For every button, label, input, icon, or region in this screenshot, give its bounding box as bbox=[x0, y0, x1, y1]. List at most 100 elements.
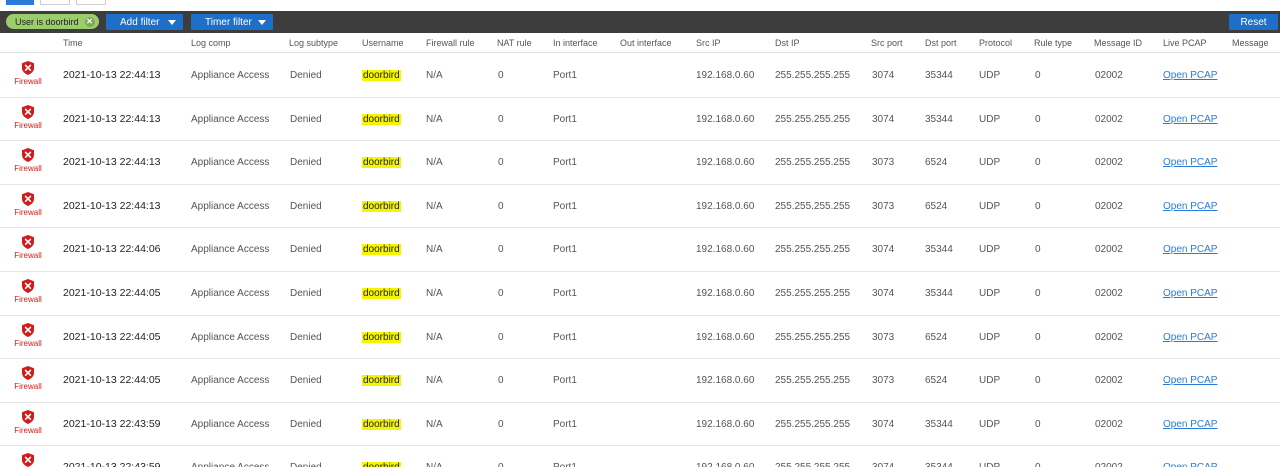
table-row[interactable]: Firewall 2021-10-13 22:44:05 Appliance A… bbox=[0, 272, 1280, 316]
open-pcap-link[interactable]: Open PCAP bbox=[1163, 114, 1217, 125]
top-tab-2[interactable] bbox=[40, 0, 70, 5]
cell-protocol: UDP bbox=[979, 200, 1001, 212]
cell-in-interface: Port1 bbox=[553, 244, 577, 256]
column-header-protocol[interactable]: Protocol bbox=[979, 38, 1012, 48]
table-row[interactable]: Firewall 2021-10-13 22:44:05 Appliance A… bbox=[0, 359, 1280, 403]
cell-dst-ip: 255.255.255.255 bbox=[775, 462, 850, 467]
column-header-dst-port[interactable]: Dst port bbox=[925, 38, 957, 48]
table-row[interactable]: Firewall 2021-10-13 22:43:59 Appliance A… bbox=[0, 446, 1280, 467]
table-row[interactable]: Firewall 2021-10-13 22:44:13 Appliance A… bbox=[0, 185, 1280, 229]
cell-src-ip: 192.168.0.60 bbox=[696, 287, 755, 299]
cell-in-interface: Port1 bbox=[553, 418, 577, 430]
column-header-src-port[interactable]: Src port bbox=[871, 38, 903, 48]
open-pcap-link[interactable]: Open PCAP bbox=[1163, 70, 1217, 81]
cell-src-ip: 192.168.0.60 bbox=[696, 157, 755, 169]
cell-rule-type: 0 bbox=[1035, 244, 1041, 256]
timer-filter-button[interactable]: Timer filter bbox=[191, 14, 273, 30]
open-pcap-link[interactable]: Open PCAP bbox=[1163, 288, 1217, 299]
cell-nat-rule: 0 bbox=[498, 418, 504, 430]
cell-nat-rule: 0 bbox=[498, 70, 504, 81]
open-pcap-link[interactable]: Open PCAP bbox=[1163, 201, 1217, 212]
column-header-rule-type[interactable]: Rule type bbox=[1034, 38, 1072, 48]
open-pcap-link[interactable]: Open PCAP bbox=[1163, 375, 1217, 386]
cell-dst-port: 35344 bbox=[925, 287, 953, 299]
cell-src-port: 3074 bbox=[872, 462, 894, 467]
top-tab-3[interactable] bbox=[76, 0, 106, 5]
column-header-out-interface[interactable]: Out interface bbox=[620, 38, 672, 48]
column-header-src-ip[interactable]: Src IP bbox=[696, 38, 721, 48]
cell-dst-port: 6524 bbox=[925, 157, 948, 169]
column-header-dst-ip[interactable]: Dst IP bbox=[775, 38, 800, 48]
firewall-shield-icon bbox=[22, 61, 34, 75]
table-row[interactable]: Firewall 2021-10-13 22:44:06 Appliance A… bbox=[0, 228, 1280, 272]
cell-src-port: 3073 bbox=[872, 200, 895, 212]
firewall-label: Firewall bbox=[14, 251, 42, 261]
column-header-in-interface[interactable]: In interface bbox=[553, 38, 598, 48]
cell-username: doorbird bbox=[362, 287, 401, 299]
firewall-module: Firewall bbox=[13, 104, 43, 130]
cell-firewall-rule: N/A bbox=[426, 462, 443, 467]
column-header-firewall-rule[interactable]: Firewall rule bbox=[426, 38, 475, 48]
cell-username: doorbird bbox=[362, 375, 401, 387]
firewall-shield-icon bbox=[22, 453, 34, 467]
column-header-log-subtype[interactable]: Log subtype bbox=[289, 38, 338, 48]
cell-dst-ip: 255.255.255.255 bbox=[775, 287, 851, 299]
cell-protocol: UDP bbox=[979, 418, 1001, 430]
cell-log-subtype: Denied bbox=[290, 418, 322, 430]
cell-time: 2021-10-13 22:44:13 bbox=[63, 69, 161, 81]
column-header-time[interactable]: Time bbox=[63, 38, 83, 48]
reset-button[interactable]: Reset bbox=[1229, 14, 1278, 30]
open-pcap-link[interactable]: Open PCAP bbox=[1163, 332, 1217, 343]
firewall-module: Firewall bbox=[13, 453, 43, 467]
firewall-label: Firewall bbox=[14, 382, 42, 392]
table-row[interactable]: Firewall 2021-10-13 22:44:13 Appliance A… bbox=[0, 54, 1280, 98]
cell-time: 2021-10-13 22:44:13 bbox=[63, 112, 161, 125]
column-header-message[interactable]: Message bbox=[1232, 38, 1269, 48]
cell-src-port: 3073 bbox=[872, 157, 895, 169]
cell-username: doorbird bbox=[362, 113, 401, 125]
active-filter-chip[interactable]: User is doorbird ✕ bbox=[6, 14, 99, 29]
firewall-module: Firewall bbox=[13, 191, 43, 217]
cell-username: doorbird bbox=[362, 70, 401, 81]
cell-dst-ip: 255.255.255.255 bbox=[775, 200, 851, 212]
cell-nat-rule: 0 bbox=[498, 200, 504, 212]
table-row[interactable]: Firewall 2021-10-13 22:44:13 Appliance A… bbox=[0, 98, 1280, 142]
cell-message-id: 02002 bbox=[1095, 200, 1123, 212]
top-tab-1[interactable] bbox=[6, 0, 34, 5]
cell-message-id: 02002 bbox=[1095, 70, 1123, 81]
cell-nat-rule: 0 bbox=[498, 462, 504, 467]
open-pcap-link[interactable]: Open PCAP bbox=[1163, 157, 1217, 168]
column-header-nat-rule[interactable]: NAT rule bbox=[497, 38, 532, 48]
firewall-shield-icon bbox=[22, 322, 34, 337]
top-tab-strip bbox=[0, 0, 1280, 11]
cell-time: 2021-10-13 22:44:13 bbox=[63, 199, 161, 212]
cell-src-ip: 192.168.0.60 bbox=[696, 70, 755, 81]
table-row[interactable]: Firewall 2021-10-13 22:44:13 Appliance A… bbox=[0, 141, 1280, 185]
column-header-username[interactable]: Username bbox=[362, 38, 404, 48]
firewall-shield-icon bbox=[22, 148, 34, 163]
open-pcap-link[interactable]: Open PCAP bbox=[1163, 462, 1217, 467]
column-header-message-id[interactable]: Message ID bbox=[1094, 38, 1142, 48]
firewall-module: Firewall bbox=[13, 278, 43, 304]
table-row[interactable]: Firewall 2021-10-13 22:43:59 Appliance A… bbox=[0, 403, 1280, 447]
cell-username: doorbird bbox=[362, 331, 401, 343]
table-row[interactable]: Firewall 2021-10-13 22:44:05 Appliance A… bbox=[0, 316, 1280, 360]
cell-log-subtype: Denied bbox=[290, 157, 322, 169]
cell-protocol: UDP bbox=[979, 244, 1001, 256]
firewall-module: Firewall bbox=[13, 148, 43, 173]
cell-nat-rule: 0 bbox=[498, 244, 504, 256]
cell-src-ip: 192.168.0.60 bbox=[696, 462, 754, 467]
cell-protocol: UDP bbox=[979, 462, 1000, 467]
cell-rule-type: 0 bbox=[1035, 331, 1041, 343]
cell-rule-type: 0 bbox=[1035, 462, 1041, 467]
column-header-live-pcap[interactable]: Live PCAP bbox=[1163, 38, 1207, 48]
cell-rule-type: 0 bbox=[1035, 157, 1041, 169]
close-icon[interactable]: ✕ bbox=[84, 16, 95, 27]
firewall-shield-icon bbox=[22, 278, 34, 293]
open-pcap-link[interactable]: Open PCAP bbox=[1163, 419, 1217, 430]
cell-log-subtype: Denied bbox=[290, 462, 322, 467]
open-pcap-link[interactable]: Open PCAP bbox=[1163, 244, 1217, 255]
add-filter-button[interactable]: Add filter bbox=[106, 14, 183, 30]
column-header-log-comp[interactable]: Log comp bbox=[191, 38, 231, 48]
cell-dst-ip: 255.255.255.255 bbox=[775, 244, 851, 256]
